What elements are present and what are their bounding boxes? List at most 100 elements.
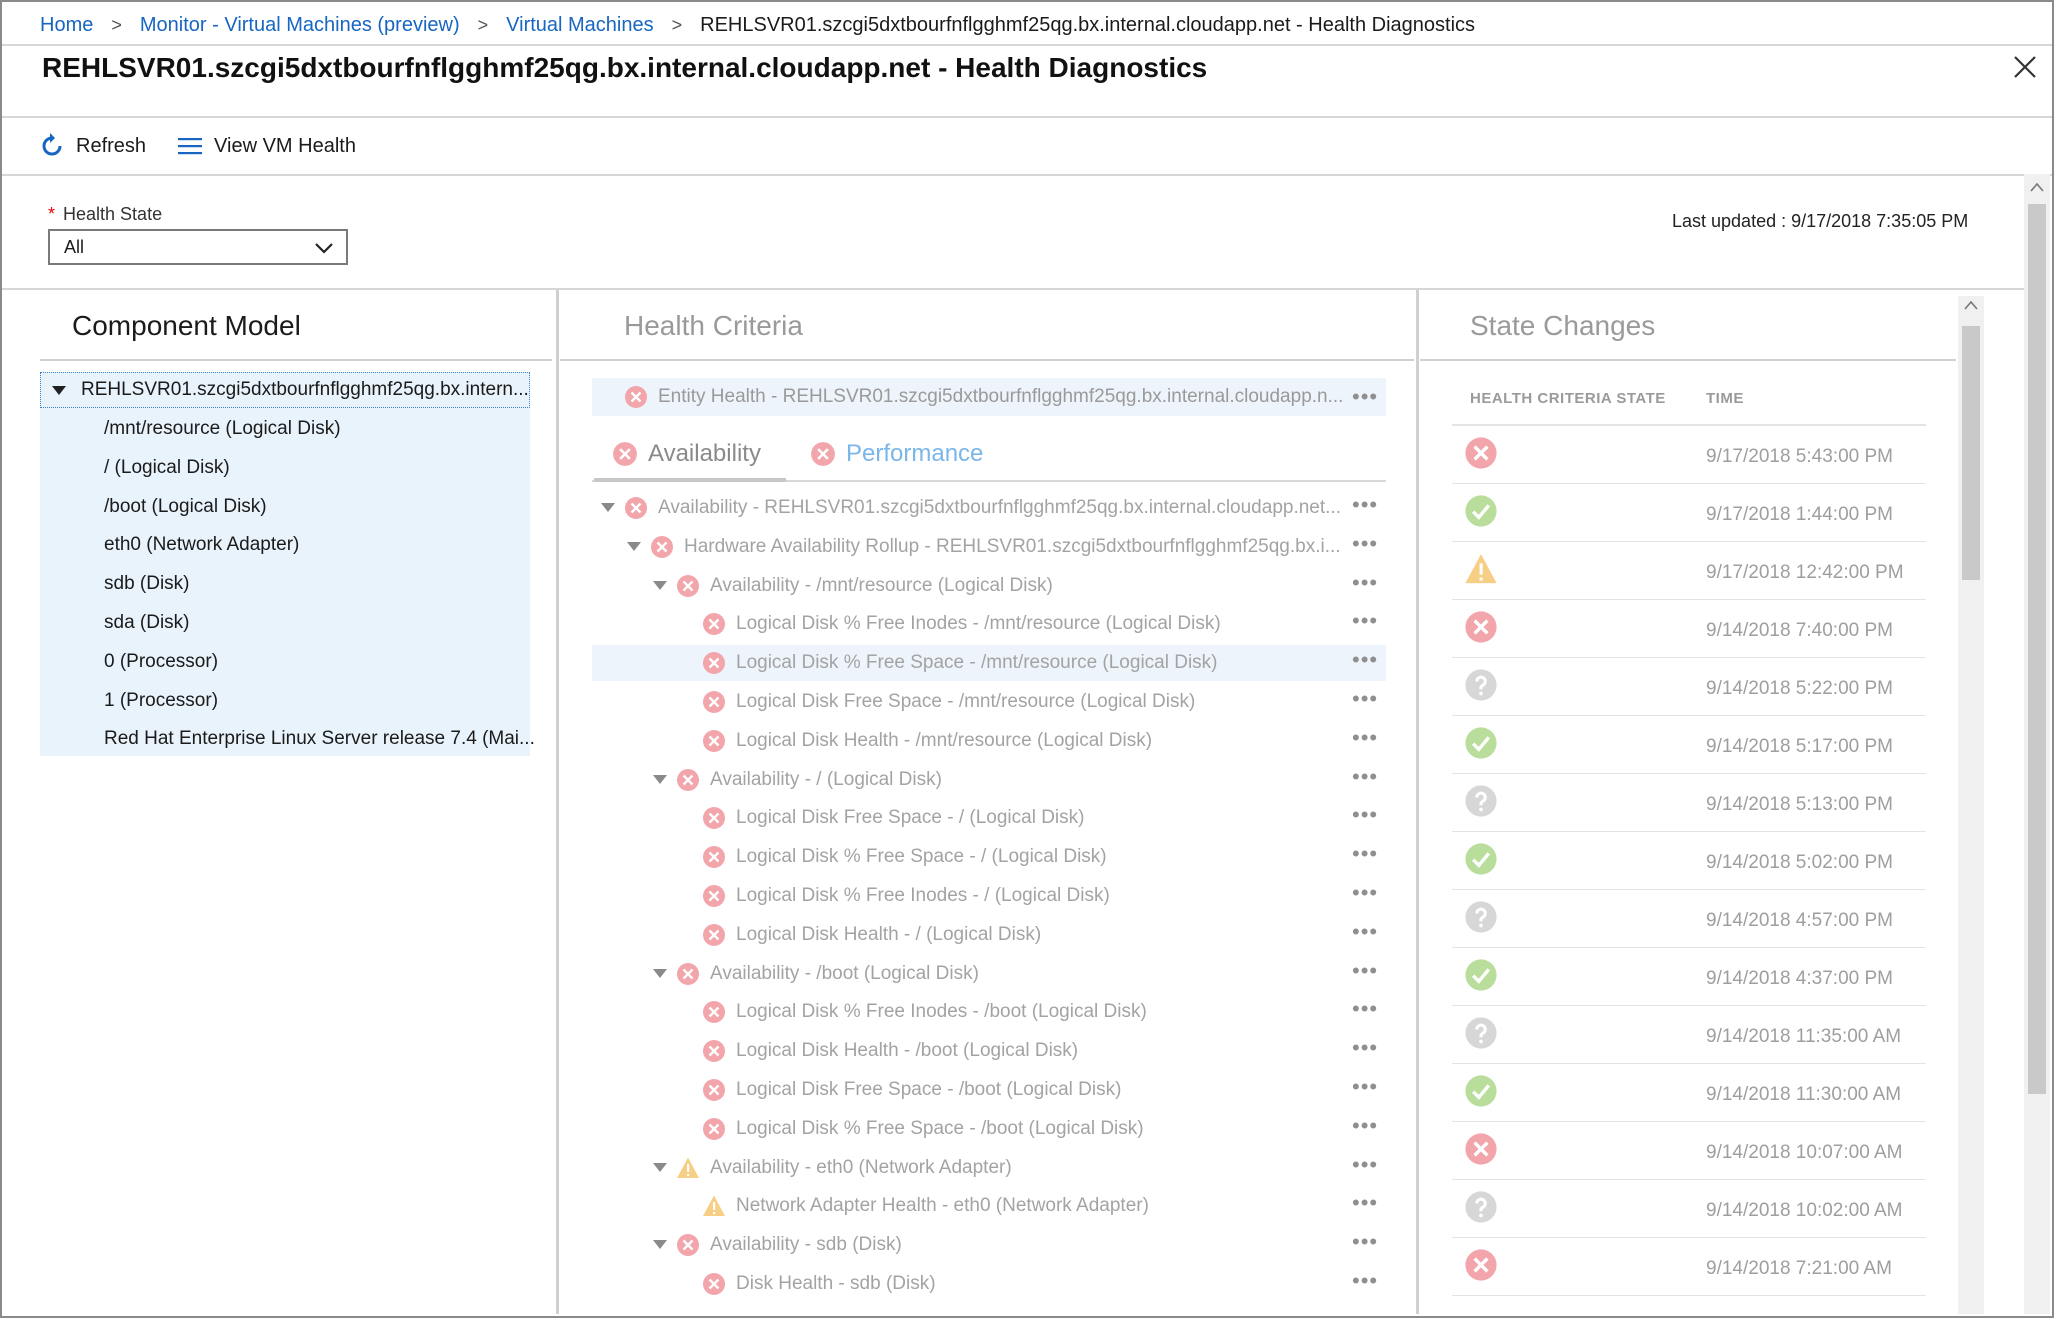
more-options-icon[interactable]: ••• <box>1352 570 1378 596</box>
component-tree-item[interactable]: /boot (Logical Disk) <box>104 496 267 518</box>
state-change-row[interactable]: 9/17/2018 12:42:00 PM <box>1452 542 1926 600</box>
criteria-row[interactable]: Logical Disk % Free Space - /boot (Logic… <box>592 1111 1386 1147</box>
scrollbar-thumb[interactable] <box>2028 204 2046 1094</box>
component-tree-item[interactable]: Red Hat Enterprise Linux Server release … <box>104 728 535 750</box>
criteria-row[interactable]: Availability - REHLSVR01.szcgi5dxtbourfn… <box>592 490 1386 526</box>
state-change-row[interactable]: 9/14/2018 10:07:00 AM <box>1452 1122 1926 1180</box>
component-tree-item[interactable]: sda (Disk) <box>104 612 190 634</box>
state-change-row[interactable]: 9/14/2018 11:30:00 AM <box>1452 1064 1926 1122</box>
component-tree-item[interactable]: sdb (Disk) <box>104 573 190 595</box>
state-change-time: 9/14/2018 5:22:00 PM <box>1706 678 1893 699</box>
state-change-row[interactable]: 9/17/2018 5:43:00 PM <box>1452 426 1926 484</box>
state-change-row[interactable]: 9/14/2018 4:57:00 PM <box>1452 890 1926 948</box>
criteria-row[interactable]: Availability - /boot (Logical Disk) ••• <box>592 956 1386 992</box>
tab-availability[interactable]: Availability <box>612 440 761 468</box>
criteria-row[interactable]: Logical Disk Free Space - / (Logical Dis… <box>592 800 1386 836</box>
criteria-row[interactable]: Availability - sdb (Disk) ••• <box>592 1227 1386 1263</box>
criteria-row[interactable]: Logical Disk Health - /mnt/resource (Log… <box>592 723 1386 759</box>
criteria-row[interactable]: Logical Disk % Free Inodes - /mnt/resour… <box>592 606 1386 642</box>
more-options-icon[interactable]: ••• <box>1352 725 1378 751</box>
scroll-up-icon[interactable] <box>2030 182 2044 192</box>
state-change-row[interactable]: 9/14/2018 10:02:00 AM <box>1452 1180 1926 1238</box>
state-change-row[interactable]: 9/14/2018 5:13:00 PM <box>1452 774 1926 832</box>
tab-performance[interactable]: Performance <box>810 440 983 468</box>
warning-icon <box>702 1194 726 1218</box>
state-change-row[interactable]: 9/14/2018 5:17:00 PM <box>1452 716 1926 774</box>
more-options-icon[interactable]: ••• <box>1352 1035 1378 1061</box>
more-options-icon[interactable]: ••• <box>1352 1152 1378 1178</box>
state-change-row[interactable]: 9/14/2018 4:37:00 PM <box>1452 948 1926 1006</box>
close-icon[interactable] <box>2010 52 2040 82</box>
scrollbar-thumb[interactable] <box>1962 326 1980 580</box>
criteria-row[interactable]: Logical Disk Health - /boot (Logical Dis… <box>592 1033 1386 1069</box>
criteria-row[interactable]: Logical Disk % Free Space - /mnt/resourc… <box>592 645 1386 682</box>
criteria-row[interactable]: Network Adapter Health - eth0 (Network A… <box>592 1188 1386 1224</box>
more-options-icon[interactable]: ••• <box>1352 1268 1378 1294</box>
caret-down-icon[interactable] <box>652 1161 668 1173</box>
breadcrumb-home[interactable]: Home <box>40 14 93 37</box>
more-options-icon[interactable]: ••• <box>1352 880 1378 906</box>
state-change-row[interactable]: 9/17/2018 1:44:00 PM <box>1452 484 1926 542</box>
criteria-row[interactable]: Logical Disk Free Space - /boot (Logical… <box>592 1072 1386 1108</box>
criteria-row[interactable]: Logical Disk % Free Inodes - /boot (Logi… <box>592 994 1386 1030</box>
criteria-row[interactable]: Hardware Availability Rollup - REHLSVR01… <box>592 529 1386 565</box>
criteria-row[interactable]: Availability - eth0 (Network Adapter) ••• <box>592 1150 1386 1186</box>
scroll-up-icon[interactable] <box>1964 300 1978 310</box>
criteria-row[interactable]: Logical Disk Free Space - /mnt/resource … <box>592 684 1386 720</box>
breadcrumb-monitor-vms[interactable]: Monitor - Virtual Machines (preview) <box>140 14 460 37</box>
more-options-icon[interactable]: ••• <box>1352 1190 1378 1216</box>
more-options-icon[interactable]: ••• <box>1352 958 1378 984</box>
error-icon <box>811 442 835 466</box>
column-header-state[interactable]: HEALTH CRITERIA STATE <box>1470 390 1666 407</box>
caret-down-icon[interactable] <box>626 540 642 552</box>
criteria-row[interactable]: Availability - /mnt/resource (Logical Di… <box>592 568 1386 604</box>
more-options-icon[interactable]: ••• <box>1352 384 1378 410</box>
more-options-icon[interactable]: ••• <box>1352 492 1378 518</box>
state-change-row[interactable]: 9/14/2018 7:21:00 AM <box>1452 1238 1926 1296</box>
more-options-icon[interactable]: ••• <box>1352 802 1378 828</box>
criteria-row[interactable]: Logical Disk Health - / (Logical Disk) ••… <box>592 917 1386 953</box>
page-scrollbar[interactable] <box>2024 174 2050 1314</box>
caret-down-icon[interactable] <box>600 501 616 513</box>
component-tree-root[interactable]: REHLSVR01.szcgi5dxtbourfnflgghmf25qg.bx.… <box>40 372 530 408</box>
state-change-row[interactable]: 9/14/2018 5:02:00 PM <box>1452 832 1926 890</box>
more-options-icon[interactable]: ••• <box>1352 1113 1378 1139</box>
caret-down-icon[interactable] <box>652 1238 668 1250</box>
criteria-row[interactable]: Logical Disk % Free Space - / (Logical D… <box>592 839 1386 875</box>
component-tree-item[interactable]: /mnt/resource (Logical Disk) <box>104 418 341 440</box>
caret-down-icon[interactable] <box>51 384 67 396</box>
entity-health-row[interactable]: Entity Health - REHLSVR01.szcgi5dxtbourf… <box>592 378 1386 416</box>
caret-down-icon[interactable] <box>652 967 668 979</box>
more-options-icon[interactable]: ••• <box>1352 1074 1378 1100</box>
column-header-time[interactable]: TIME <box>1706 390 1744 407</box>
view-vm-health-button[interactable]: View VM Health <box>176 135 356 158</box>
component-tree-item[interactable]: / (Logical Disk) <box>104 457 230 479</box>
chevron-down-icon <box>315 243 333 254</box>
caret-down-icon[interactable] <box>652 579 668 591</box>
criteria-row[interactable]: Availability - / (Logical Disk) ••• <box>592 762 1386 798</box>
state-change-row[interactable]: 9/14/2018 11:35:00 AM <box>1452 1006 1926 1064</box>
error-icon <box>702 923 726 947</box>
more-options-icon[interactable]: ••• <box>1352 764 1378 790</box>
state-changes-scrollbar[interactable] <box>1958 296 1984 1314</box>
more-options-icon[interactable]: ••• <box>1352 647 1378 673</box>
more-options-icon[interactable]: ••• <box>1352 996 1378 1022</box>
component-tree-item[interactable]: eth0 (Network Adapter) <box>104 534 299 556</box>
state-change-row[interactable]: 9/14/2018 7:40:00 PM <box>1452 600 1926 658</box>
more-options-icon[interactable]: ••• <box>1352 531 1378 557</box>
more-options-icon[interactable]: ••• <box>1352 686 1378 712</box>
state-change-time: 9/17/2018 1:44:00 PM <box>1706 504 1893 525</box>
caret-down-icon[interactable] <box>652 773 668 785</box>
more-options-icon[interactable]: ••• <box>1352 919 1378 945</box>
breadcrumb-virtual-machines[interactable]: Virtual Machines <box>506 14 653 37</box>
health-state-dropdown[interactable]: All <box>48 229 348 265</box>
component-tree-item[interactable]: 1 (Processor) <box>104 690 218 712</box>
refresh-button[interactable]: Refresh <box>38 132 146 160</box>
more-options-icon[interactable]: ••• <box>1352 841 1378 867</box>
criteria-row[interactable]: Logical Disk % Free Inodes - / (Logical … <box>592 878 1386 914</box>
more-options-icon[interactable]: ••• <box>1352 608 1378 634</box>
criteria-row[interactable]: Disk Health - sdb (Disk) ••• <box>592 1266 1386 1302</box>
more-options-icon[interactable]: ••• <box>1352 1229 1378 1255</box>
component-tree-item[interactable]: 0 (Processor) <box>104 651 218 673</box>
state-change-row[interactable]: 9/14/2018 5:22:00 PM <box>1452 658 1926 716</box>
